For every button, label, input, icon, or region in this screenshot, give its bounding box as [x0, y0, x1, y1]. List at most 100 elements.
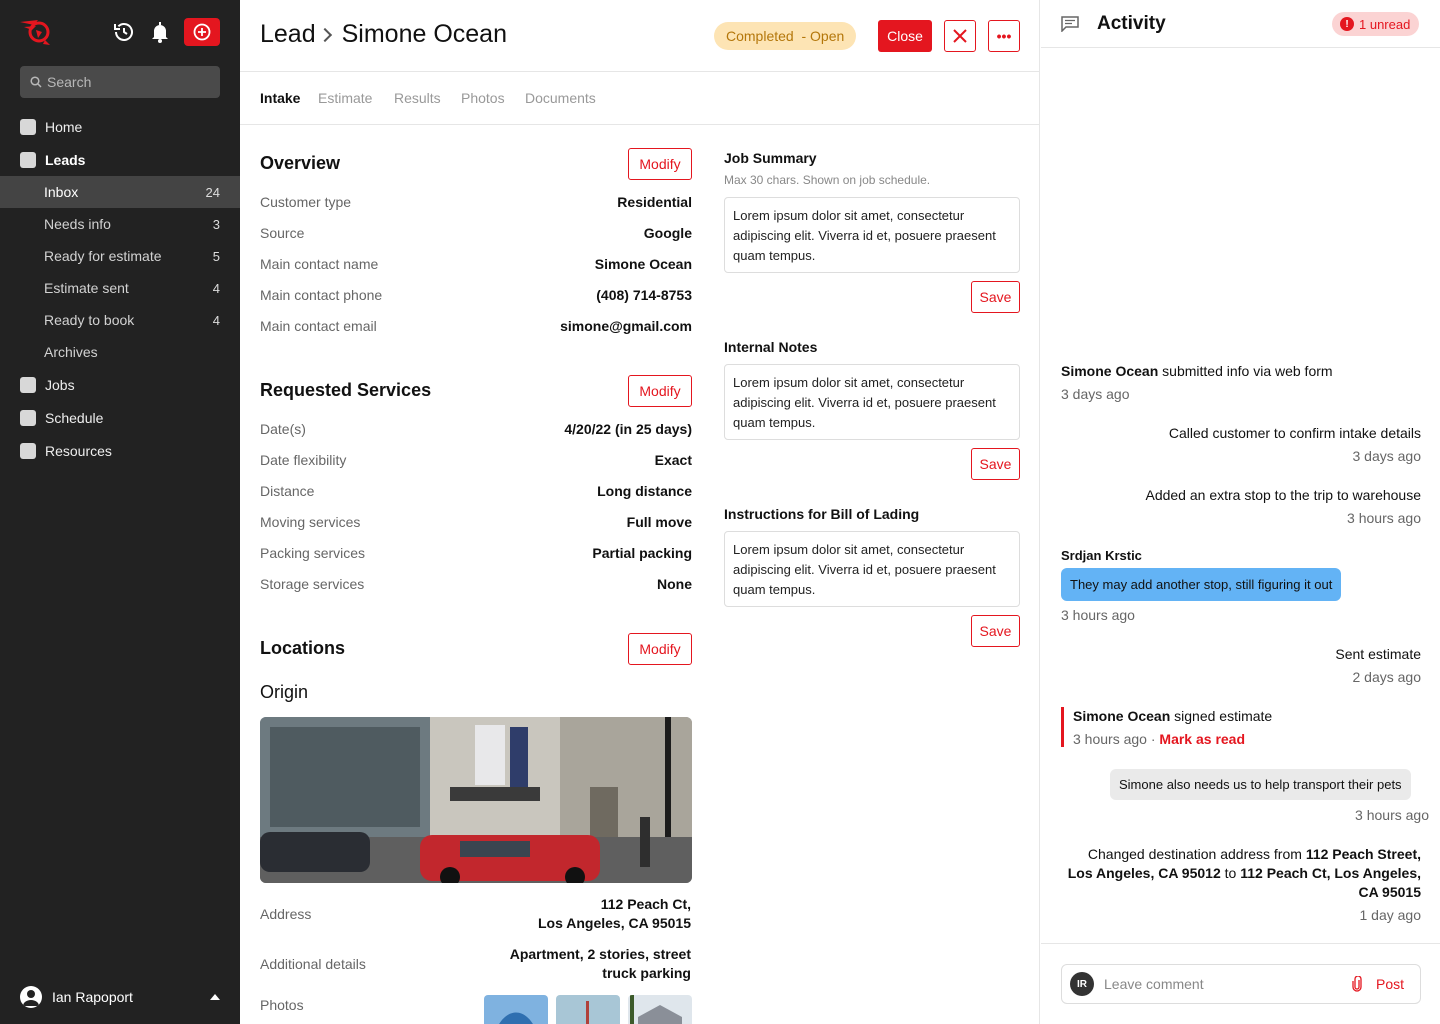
activity-title: Activity [1097, 13, 1166, 34]
bell-icon[interactable] [148, 20, 172, 44]
close-lead-button[interactable]: Close [878, 20, 932, 52]
user-menu[interactable]: Ian Rapoport [20, 986, 220, 1008]
home-icon [20, 119, 36, 135]
tab-photos[interactable]: Photos [461, 90, 505, 106]
field-label: Storage services [260, 576, 365, 592]
sidebar-item-label: Leads [45, 152, 86, 168]
add-new-button[interactable] [184, 18, 220, 46]
bol-instructions-textarea[interactable]: Lorem ipsum dolor sit amet, consectetur … [724, 531, 1020, 607]
field-value: Long distance [597, 483, 692, 499]
event-time: 3 hours ago [1061, 607, 1135, 623]
mark-as-read-link[interactable]: Mark as read [1159, 731, 1245, 747]
paperclip-icon[interactable] [1352, 976, 1362, 992]
internal-notes-textarea[interactable]: Lorem ipsum dolor sit amet, consectetur … [724, 364, 1020, 440]
photo-thumbnail[interactable] [556, 995, 620, 1024]
unread-badge[interactable]: ! 1 unread [1332, 12, 1420, 36]
post-button[interactable]: Post [1352, 976, 1404, 992]
save-internal-notes-button[interactable]: Save [971, 448, 1020, 480]
locations-title: Locations [260, 638, 346, 658]
field-value: Google [643, 225, 692, 241]
modify-overview-button[interactable]: Modify [628, 148, 692, 180]
message-bubble: They may add another stop, still figurin… [1061, 568, 1342, 601]
avatar: IR [1070, 972, 1094, 996]
modify-locations-button[interactable]: Modify [628, 633, 692, 665]
sidebar-subitem-estimate-sent[interactable]: Estimate sent 4 [0, 272, 240, 304]
event-text: submitted info via web form [1158, 363, 1333, 379]
event-time: 3 hours ago [1347, 510, 1421, 526]
sidebar-item-jobs[interactable]: Jobs [0, 369, 240, 401]
field-label: Main contact email [260, 318, 377, 334]
sidebar-subitem-needs-info[interactable]: Needs info 3 [0, 208, 240, 240]
field-label: Customer type [260, 194, 352, 210]
services-title: Requested Services [260, 380, 432, 400]
tab-intake[interactable]: Intake [260, 90, 300, 106]
services-row: Moving services Full move [260, 512, 692, 532]
address-value: 112 Peach Ct, Los Angeles, CA 95015 [451, 895, 691, 933]
sidebar: Search Home Leads Inbox 24 Needs info 3 Re… [0, 0, 240, 1024]
sidebar-item-resources[interactable]: Resources [0, 435, 240, 467]
photo-thumbnail[interactable] [628, 995, 692, 1024]
sidebar-item-label: Home [45, 119, 83, 135]
additional-details-label: Additional details [260, 956, 366, 972]
sidebar-subitem-ready-for-estimate[interactable]: Ready for estimate 5 [0, 240, 240, 272]
dismiss-button[interactable] [944, 20, 976, 52]
additional-details-value: Apartment, 2 stories, street truck parki… [451, 945, 691, 983]
activity-event-unread: Simone Ocean signed estimate 3 hours ago… [1073, 707, 1272, 749]
field-label: Main contact name [260, 256, 379, 272]
sidebar-subitem-label: Ready for estimate [44, 248, 162, 264]
sidebar-item-leads[interactable]: Leads [0, 144, 240, 176]
chat-icon [1061, 16, 1079, 32]
activity-event: Called customer to confirm intake detail… [1169, 424, 1421, 466]
overview-row: Main contact email simone@gmail.com [260, 316, 692, 336]
tab-bar: Intake Estimate Results Photos Documents [240, 72, 1039, 125]
sidebar-subitem-ready-to-book[interactable]: Ready to book 4 [0, 304, 240, 336]
breadcrumb: Lead Simone Ocean [260, 20, 507, 49]
close-icon [953, 29, 967, 43]
schedule-icon [20, 410, 36, 426]
job-summary-hint: Max 30 chars. Shown on job schedule. [724, 173, 931, 187]
brand-logo-icon[interactable] [18, 16, 52, 46]
field-value: (408) 714-8753 [596, 287, 692, 303]
address-line: 112 Peach Ct, [600, 896, 691, 912]
more-options-button[interactable]: ••• [988, 20, 1020, 52]
actor-name: Simone Ocean [1061, 363, 1159, 379]
overview-row: Source Google [260, 223, 692, 243]
comment-input[interactable]: Leave comment [1104, 976, 1352, 992]
new-address: 112 Peach Ct, Los Angeles, CA 95015 [1240, 865, 1421, 900]
save-job-summary-button[interactable]: Save [971, 281, 1020, 313]
field-label: Distance [260, 483, 315, 499]
overview-row: Main contact name Simone Ocean [260, 254, 692, 274]
comment-box[interactable]: IR Leave comment Post [1061, 964, 1421, 1004]
unread-indicator [1061, 707, 1064, 747]
sidebar-subitem-inbox[interactable]: Inbox 24 [0, 176, 240, 208]
event-time: 3 days ago [1061, 386, 1130, 402]
photo-thumbnail[interactable] [484, 995, 548, 1024]
services-row: Storage services None [260, 574, 692, 594]
breadcrumb-root[interactable]: Lead [260, 20, 316, 49]
field-value: Simone Ocean [594, 256, 692, 272]
leads-icon [20, 152, 36, 168]
tab-documents[interactable]: Documents [525, 90, 596, 106]
history-icon[interactable] [112, 20, 136, 44]
page-title: Simone Ocean [341, 20, 507, 48]
count-badge: 4 [212, 280, 220, 296]
modify-services-button[interactable]: Modify [628, 375, 692, 407]
count-badge: 3 [212, 216, 220, 232]
overview-title: Overview [260, 153, 341, 173]
page-header: Lead Simone Ocean Completed - Open Close… [240, 0, 1039, 72]
count-badge: 5 [212, 248, 220, 264]
job-summary-textarea[interactable]: Lorem ipsum dolor sit amet, consectetur … [724, 197, 1020, 273]
field-label: Date(s) [260, 421, 306, 437]
search-input[interactable]: Search [20, 66, 220, 98]
tab-results[interactable]: Results [394, 90, 441, 106]
search-placeholder: Search [47, 74, 92, 90]
overview-row: Main contact phone (408) 714-8753 [260, 285, 692, 305]
sidebar-subitem-archives[interactable]: Archives [0, 336, 240, 368]
field-value: Exact [654, 452, 692, 468]
tab-estimate[interactable]: Estimate [318, 90, 372, 106]
sidebar-item-home[interactable]: Home [0, 111, 240, 143]
sidebar-item-schedule[interactable]: Schedule [0, 402, 240, 434]
field-value: Full move [626, 514, 692, 530]
save-bol-button[interactable]: Save [971, 615, 1020, 647]
origin-photo[interactable] [260, 717, 692, 883]
